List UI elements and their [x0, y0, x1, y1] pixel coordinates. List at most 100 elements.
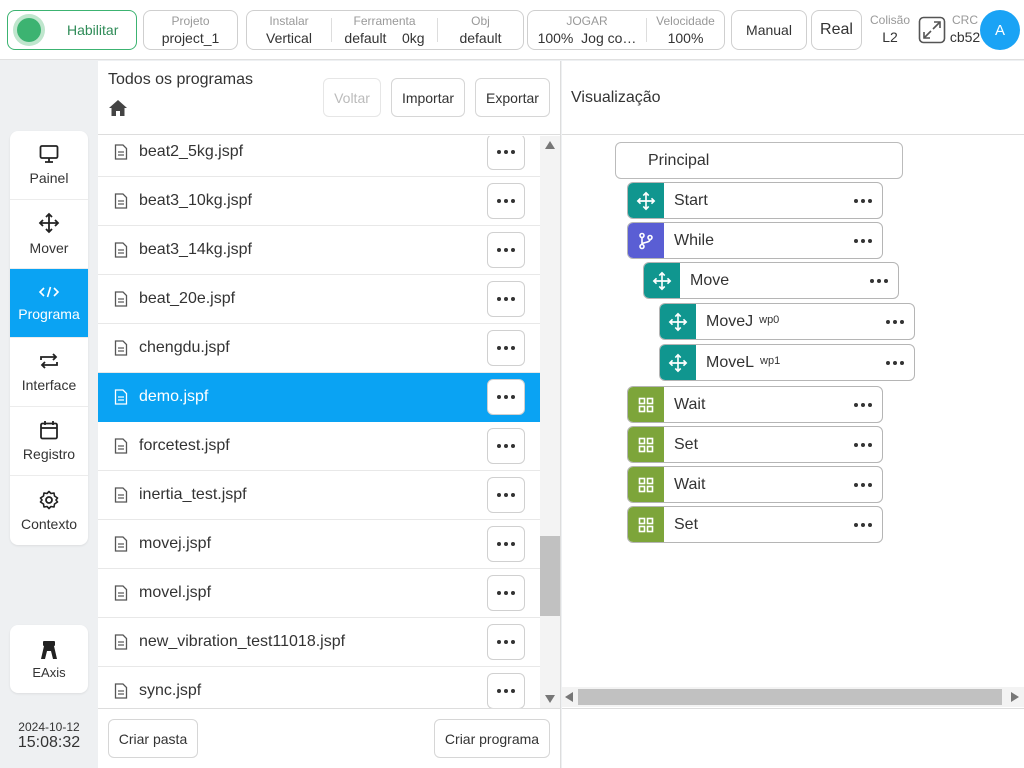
file-row[interactable]: new_vibration_test11018.jspf — [98, 618, 540, 667]
file-list-scrollbar[interactable] — [540, 136, 560, 708]
back-button[interactable]: Voltar — [323, 78, 381, 117]
dot — [869, 279, 874, 283]
create-folder-button[interactable]: Criar pasta — [108, 719, 198, 758]
file-more-button[interactable] — [487, 428, 525, 464]
file-more-button[interactable] — [487, 526, 525, 562]
nav-item-mover[interactable]: Mover — [10, 200, 88, 269]
file-more-button[interactable] — [487, 379, 525, 415]
eaxis-button[interactable]: EAxis — [10, 625, 88, 693]
dot — [853, 199, 858, 203]
program-node-wait[interactable]: Wait — [627, 466, 883, 503]
manual-mode-button[interactable]: Manual — [731, 10, 807, 50]
home-icon[interactable] — [108, 98, 128, 118]
program-node-movej[interactable]: MoveJ wp0 — [659, 303, 915, 340]
program-node-wait[interactable]: Wait — [627, 386, 883, 423]
node-more-button[interactable] — [852, 443, 873, 447]
scroll-up-icon[interactable] — [545, 141, 555, 149]
file-row[interactable]: movej.jspf — [98, 520, 540, 569]
file-name: inertia_test.jspf — [139, 486, 247, 503]
file-row[interactable]: beat2_5kg.jspf — [98, 136, 540, 177]
file-row[interactable]: beat_20e.jspf — [98, 275, 540, 324]
swap-icon — [40, 353, 58, 369]
program-node-movel[interactable]: MoveL wp1 — [659, 344, 915, 381]
project-selector[interactable]: Projeto project_1 — [143, 10, 238, 50]
nav-item-interface[interactable]: Interface — [10, 338, 88, 407]
date-display: 2024-10-12 — [18, 720, 80, 734]
import-button[interactable]: Importar — [391, 78, 465, 117]
dot — [867, 523, 872, 527]
file-more-button[interactable] — [487, 477, 525, 513]
file-row[interactable]: demo.jspf — [98, 373, 540, 422]
file-more-button[interactable] — [487, 673, 525, 708]
program-node-move[interactable]: Move — [643, 262, 899, 299]
sidebar-nav: Painel Mover Programa Interface Registro… — [10, 131, 88, 545]
scrollbar-thumb[interactable] — [578, 689, 1002, 705]
node-more-button[interactable] — [852, 403, 873, 407]
dot — [511, 297, 515, 301]
export-button[interactable]: Exportar — [475, 78, 550, 117]
scroll-down-icon[interactable] — [545, 695, 555, 703]
time-display: 15:08:32 — [17, 734, 81, 751]
node-more-button[interactable] — [852, 483, 873, 487]
file-row[interactable]: chengdu.jspf — [98, 324, 540, 373]
enable-button[interactable]: Habilitar — [7, 10, 137, 50]
program-node-start[interactable]: Start — [627, 182, 883, 219]
nav-item-registro[interactable]: Registro — [10, 407, 88, 476]
branch-icon — [628, 223, 664, 258]
obj-value: default — [459, 30, 502, 46]
program-list-footer: Criar pasta Criar programa — [98, 708, 561, 768]
gear-icon — [39, 490, 59, 509]
file-more-button[interactable] — [487, 183, 525, 219]
file-name: movel.jspf — [139, 584, 212, 601]
file-more-button[interactable] — [487, 624, 525, 660]
node-more-button[interactable] — [852, 523, 873, 527]
dot — [511, 199, 515, 203]
jog-speed-group[interactable]: JOGAR 100% Jog co… Velocidade 100% — [527, 10, 725, 50]
nav-item-painel[interactable]: Painel — [10, 131, 88, 200]
dot — [867, 443, 872, 447]
nav-item-programa[interactable]: Programa — [10, 269, 88, 338]
grid-icon — [628, 427, 664, 462]
node-more-button[interactable] — [868, 279, 889, 283]
create-program-button[interactable]: Criar programa — [434, 719, 550, 758]
file-row[interactable]: inertia_test.jspf — [98, 471, 540, 520]
visualization-scrollbar[interactable] — [562, 687, 1024, 707]
file-more-button[interactable] — [487, 575, 525, 611]
expand-icon[interactable] — [918, 16, 946, 44]
node-more-button[interactable] — [884, 320, 905, 324]
dot — [511, 346, 515, 350]
program-node-set[interactable]: Set — [627, 506, 883, 543]
program-node-set[interactable]: Set — [627, 426, 883, 463]
scroll-right-icon[interactable] — [1011, 692, 1019, 702]
real-mode-button[interactable]: Real — [811, 10, 862, 50]
dot — [511, 591, 515, 595]
tool-label: Ferramenta — [353, 14, 416, 28]
collision-level[interactable]: Colisão L2 — [867, 14, 913, 46]
scrollbar-thumb[interactable] — [540, 536, 560, 616]
file-row[interactable]: forcetest.jspf — [98, 422, 540, 471]
file-row[interactable]: beat3_14kg.jspf — [98, 226, 540, 275]
node-more-button[interactable] — [852, 199, 873, 203]
file-row[interactable]: movel.jspf — [98, 569, 540, 618]
file-more-button[interactable] — [487, 232, 525, 268]
file-more-button[interactable] — [487, 136, 525, 170]
node-more-button[interactable] — [884, 361, 905, 365]
program-list-panel: Todos os programas Voltar Importar Expor… — [98, 61, 561, 768]
file-name: beat2_5kg.jspf — [139, 143, 244, 160]
file-icon — [114, 683, 128, 699]
nav-label: Registro — [22, 446, 76, 462]
program-root-node[interactable]: Principal — [615, 142, 903, 179]
file-name: beat3_14kg.jspf — [139, 241, 252, 258]
file-more-button[interactable] — [487, 281, 525, 317]
nav-item-contexto[interactable]: Contexto — [10, 476, 88, 545]
install-tool-obj-group[interactable]: Instalar Vertical Ferramenta default 0kg… — [246, 10, 524, 50]
file-row[interactable]: sync.jspf — [98, 667, 540, 708]
node-more-button[interactable] — [852, 239, 873, 243]
move-icon — [660, 304, 696, 339]
dot — [867, 483, 872, 487]
file-row[interactable]: beat3_10kg.jspf — [98, 177, 540, 226]
user-avatar[interactable]: A — [980, 10, 1020, 50]
file-more-button[interactable] — [487, 330, 525, 366]
scroll-left-icon[interactable] — [565, 692, 573, 702]
program-node-while[interactable]: While — [627, 222, 883, 259]
